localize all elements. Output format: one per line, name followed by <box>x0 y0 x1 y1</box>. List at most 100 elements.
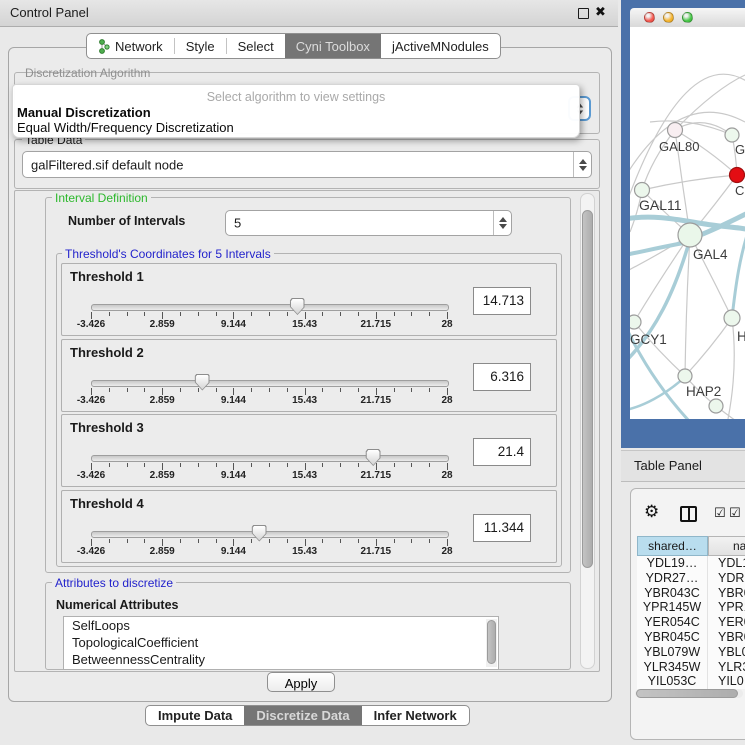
attribute-list-item[interactable]: BetweennessCentrality <box>64 651 498 668</box>
slider-tick <box>376 539 377 546</box>
threshold-slider-track[interactable] <box>91 531 449 538</box>
threshold-label: Threshold 1 <box>70 269 144 284</box>
table-row[interactable]: YPR145WYPR1 <box>637 600 745 615</box>
attribute-list-item[interactable]: SelfLoops <box>64 617 498 634</box>
settings-vertical-scrollbar[interactable] <box>580 193 595 669</box>
cell-name[interactable]: YIL0 <box>708 674 745 689</box>
axis-tick-label: 28 <box>441 546 452 557</box>
network-node[interactable] <box>630 315 641 329</box>
numerical-attributes-list[interactable]: SelfLoopsTopologicalCoefficientBetweenne… <box>63 616 499 670</box>
table-horizontal-scrollbar[interactable] <box>635 689 743 698</box>
network-node[interactable] <box>730 168 745 183</box>
table-row[interactable]: YER054CYER0 <box>637 615 745 630</box>
gear-icon[interactable]: ⚙ <box>644 503 659 520</box>
network-canvas[interactable]: GAL80GCGAL11GAL4GCY1HHAP2 <box>630 27 745 419</box>
bottom-tab-impute-data[interactable]: Impute Data <box>146 706 244 725</box>
apply-button[interactable]: Apply <box>267 672 335 692</box>
slider-tick <box>198 312 199 316</box>
slider-tick <box>269 463 270 467</box>
cell-name[interactable]: YBL0 <box>708 645 745 660</box>
threshold-value-field[interactable]: 14.713 <box>473 287 531 315</box>
bottom-tab-discretize-data[interactable]: Discretize Data <box>244 706 361 725</box>
cell-name[interactable]: YBR0 <box>708 630 745 645</box>
cell-shared-name[interactable]: YIL053C <box>637 674 708 689</box>
table-row[interactable]: YDR27…YDR2 <box>637 571 745 586</box>
threshold-value-field[interactable]: 11.344 <box>473 514 531 542</box>
slider-axis-labels: -3.4262.8599.14415.4321.71528 <box>91 319 447 330</box>
tab-cyni-toolbox[interactable]: Cyni Toolbox <box>285 34 381 58</box>
cell-name[interactable]: YBR0 <box>708 586 745 601</box>
network-node[interactable] <box>678 223 702 247</box>
slider-tick <box>180 312 181 316</box>
threshold-slider-track[interactable] <box>91 455 449 462</box>
attributes-scrollbar-thumb[interactable] <box>487 620 496 664</box>
slider-tick <box>269 539 270 543</box>
threshold-slider-track[interactable] <box>91 304 449 311</box>
axis-tick-label: 9.144 <box>221 395 246 406</box>
threshold-value-field[interactable]: 6.316 <box>473 363 531 391</box>
num-intervals-combobox[interactable]: 5 <box>225 210 512 236</box>
slider-tick <box>340 463 341 467</box>
table-row[interactable]: YIL053CYIL0 <box>637 674 745 689</box>
cell-shared-name[interactable]: YLR345W <box>637 660 708 675</box>
tab-jactivemnodules[interactable]: jActiveMNodules <box>381 34 500 58</box>
cell-name[interactable]: YDL1 <box>708 556 745 571</box>
network-node[interactable] <box>678 369 692 383</box>
table-row[interactable]: YLR345WYLR3 <box>637 660 745 675</box>
cell-shared-name[interactable]: YDR27… <box>637 571 708 586</box>
close-panel-icon[interactable]: ✖ <box>595 4 606 20</box>
cell-shared-name[interactable]: YDL19… <box>637 556 708 571</box>
cell-name[interactable]: YER0 <box>708 615 745 630</box>
threshold-slider-track[interactable] <box>91 380 449 387</box>
table-hscrollbar-thumb[interactable] <box>636 689 738 698</box>
slider-ticks <box>91 312 447 319</box>
network-node[interactable] <box>635 183 650 198</box>
cell-name[interactable]: YDR2 <box>708 571 745 586</box>
table-data-combobox[interactable]: galFiltered.sif default node <box>22 151 592 178</box>
checkbox-icon[interactable]: ☑ <box>714 506 726 519</box>
column-header-shared-name[interactable]: shared… <box>637 536 708 556</box>
axis-tick-label: -3.426 <box>77 319 105 330</box>
attribute-list-item[interactable]: TopologicalCoefficient <box>64 634 498 651</box>
threshold-panel-1: Threshold 1 -3.4262.8599.14415.4321.71528… <box>61 263 557 336</box>
table-row[interactable]: YBL079WYBL0 <box>637 645 745 660</box>
tab-network[interactable]: Network <box>87 34 174 58</box>
table-row[interactable]: YDL19…YDL1 <box>637 556 745 571</box>
attributes-list-scrollbar[interactable] <box>486 619 497 667</box>
tab-select[interactable]: Select <box>227 34 285 58</box>
minimize-traffic-light-icon[interactable] <box>663 12 674 23</box>
scrollbar-thumb[interactable] <box>582 210 593 568</box>
axis-tick-label: 2.859 <box>150 395 175 406</box>
dropdown-option-equal-width-frequency[interactable]: Equal Width/Frequency Discretization <box>17 120 234 135</box>
slider-tick <box>287 463 288 467</box>
network-node[interactable] <box>725 128 739 142</box>
cell-name[interactable]: YLR3 <box>708 660 745 675</box>
slider-tick <box>394 388 395 392</box>
network-node[interactable] <box>724 310 740 326</box>
cell-name[interactable]: YPR1 <box>708 600 745 615</box>
slider-tick <box>91 312 92 319</box>
slider-tick <box>322 539 323 543</box>
cell-shared-name[interactable]: YER054C <box>637 615 708 630</box>
slider-tick <box>233 388 234 395</box>
table-row[interactable]: YBR043CYBR0 <box>637 586 745 601</box>
cell-shared-name[interactable]: YBR043C <box>637 586 708 601</box>
threshold-value-field[interactable]: 21.4 <box>473 438 531 466</box>
network-node[interactable] <box>668 123 683 138</box>
zoom-traffic-light-icon[interactable] <box>682 12 693 23</box>
table-row[interactable]: YBR045CYBR0 <box>637 630 745 645</box>
float-window-icon[interactable] <box>578 8 589 19</box>
bottom-tab-infer-network[interactable]: Infer Network <box>362 706 469 725</box>
column-layout-icon[interactable] <box>680 506 697 522</box>
cell-shared-name[interactable]: YBL079W <box>637 645 708 660</box>
network-node[interactable] <box>709 399 723 413</box>
tab-label: Style <box>186 39 215 54</box>
cell-shared-name[interactable]: YBR045C <box>637 630 708 645</box>
checkbox-icon[interactable]: ☑ <box>729 506 741 519</box>
close-traffic-light-icon[interactable] <box>644 12 655 23</box>
tab-style[interactable]: Style <box>175 34 226 58</box>
dropdown-option-manual-discretization[interactable]: Manual Discretization <box>17 105 151 120</box>
cell-shared-name[interactable]: YPR145W <box>637 600 708 615</box>
slider-tick <box>340 539 341 543</box>
column-header-name[interactable]: name <box>708 536 745 556</box>
